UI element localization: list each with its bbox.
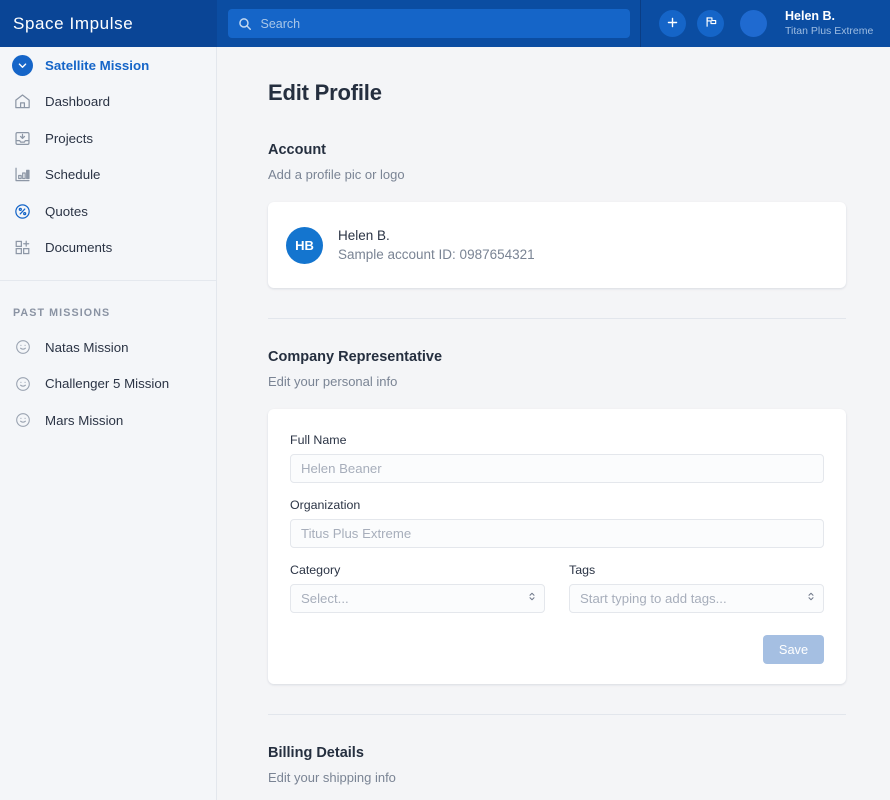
sidebar-item-challenger-5-mission[interactable]: Challenger 5 Mission (0, 366, 216, 403)
billing-details-section: Billing Details Edit your shipping info (268, 745, 846, 785)
sidebar-item-label: Dashboard (45, 94, 110, 109)
sidebar-item-documents[interactable]: Documents (0, 230, 216, 267)
sidebar-item-mars-mission[interactable]: Mars Mission (0, 402, 216, 439)
top-header: Space Impulse Search (0, 0, 890, 47)
organization-field-group: Organization (290, 498, 824, 548)
sidebar-item-label: Documents (45, 240, 112, 255)
sidebar-item-dashboard[interactable]: Dashboard (0, 84, 216, 121)
account-subtitle: Add a profile pic or logo (268, 167, 846, 182)
company-rep-heading: Company Representative (268, 349, 846, 365)
account-avatar: HB (286, 227, 323, 264)
flag-icon (704, 15, 718, 32)
search-zone: Search (217, 0, 640, 47)
category-label: Category (290, 563, 545, 577)
account-name: Helen B. (338, 228, 535, 243)
category-tags-row: Category Tags (290, 563, 824, 613)
sidebar-item-projects[interactable]: Projects (0, 120, 216, 157)
sidebar-section-title: PAST MISSIONS (0, 281, 216, 329)
account-heading: Account (268, 142, 846, 158)
sidebar-item-label: Schedule (45, 167, 100, 182)
tags-select-wrap (569, 584, 824, 613)
billing-subtitle: Edit your shipping info (268, 770, 846, 785)
account-card[interactable]: HB Helen B. Sample account ID: 098765432… (268, 202, 846, 288)
sidebar-item-label: Natas Mission (45, 340, 129, 355)
account-id: Sample account ID: 0987654321 (338, 247, 535, 262)
grid-plus-icon (12, 237, 33, 258)
smiley-icon (12, 337, 33, 358)
tags-label: Tags (569, 563, 824, 577)
category-select[interactable] (290, 584, 545, 613)
smiley-icon (12, 373, 33, 394)
organization-input[interactable] (290, 519, 824, 548)
header-user-org: Titan Plus Extreme (785, 25, 873, 38)
billing-heading: Billing Details (268, 745, 846, 761)
sidebar-item-satellite-mission[interactable]: Satellite Mission (0, 47, 216, 84)
full-name-field-group: Full Name (290, 433, 824, 483)
sidebar-item-schedule[interactable]: Schedule (0, 157, 216, 194)
company-rep-form-card: Full Name Organization Category (268, 409, 846, 684)
brand-zone: Space Impulse (0, 0, 217, 47)
sidebar-item-label: Quotes (45, 204, 88, 219)
plus-icon (666, 16, 679, 32)
sidebar-item-label: Projects (45, 131, 93, 146)
section-divider-2 (268, 714, 846, 715)
account-section: Account Add a profile pic or logo HB Hel… (268, 142, 846, 288)
company-rep-subtitle: Edit your personal info (268, 374, 846, 389)
category-select-wrap (290, 584, 545, 613)
category-field-group: Category (290, 563, 545, 613)
header-actions: Helen B. Titan Plus Extreme (641, 0, 890, 47)
avatar[interactable] (740, 10, 767, 37)
flag-button[interactable] (697, 10, 724, 37)
sidebar-item-label: Satellite Mission (45, 58, 149, 73)
home-icon (12, 91, 33, 112)
account-text: Helen B. Sample account ID: 0987654321 (338, 228, 535, 262)
bar-chart-icon (12, 164, 33, 185)
tags-select[interactable] (569, 584, 824, 613)
inbox-download-icon (12, 128, 33, 149)
section-divider (268, 318, 846, 319)
header-user-info[interactable]: Helen B. Titan Plus Extreme (785, 9, 873, 38)
header-user-name: Helen B. (785, 9, 873, 24)
full-name-label: Full Name (290, 433, 824, 447)
organization-label: Organization (290, 498, 824, 512)
sidebar-primary-group: Satellite Mission Dashboard Projects (0, 47, 216, 281)
save-button[interactable]: Save (763, 635, 824, 664)
full-name-input[interactable] (290, 454, 824, 483)
sidebar-item-label: Challenger 5 Mission (45, 376, 169, 391)
main-content: Edit Profile Account Add a profile pic o… (218, 47, 890, 800)
search-placeholder: Search (261, 17, 301, 31)
page-title: Edit Profile (268, 80, 890, 106)
form-actions: Save (290, 635, 824, 664)
search-icon (238, 17, 252, 31)
percent-circle-icon (12, 201, 33, 222)
tags-field-group: Tags (569, 563, 824, 613)
sidebar: Satellite Mission Dashboard Projects (0, 47, 217, 800)
search-input[interactable]: Search (228, 9, 630, 38)
add-button[interactable] (659, 10, 686, 37)
company-representative-section: Company Representative Edit your persona… (268, 349, 846, 684)
smiley-icon (12, 410, 33, 431)
sidebar-item-quotes[interactable]: Quotes (0, 193, 216, 230)
app-logo-text: Space Impulse (13, 14, 133, 34)
sidebar-item-label: Mars Mission (45, 413, 123, 428)
sidebar-item-natas-mission[interactable]: Natas Mission (0, 329, 216, 366)
chevron-down-circle-icon (12, 55, 33, 76)
